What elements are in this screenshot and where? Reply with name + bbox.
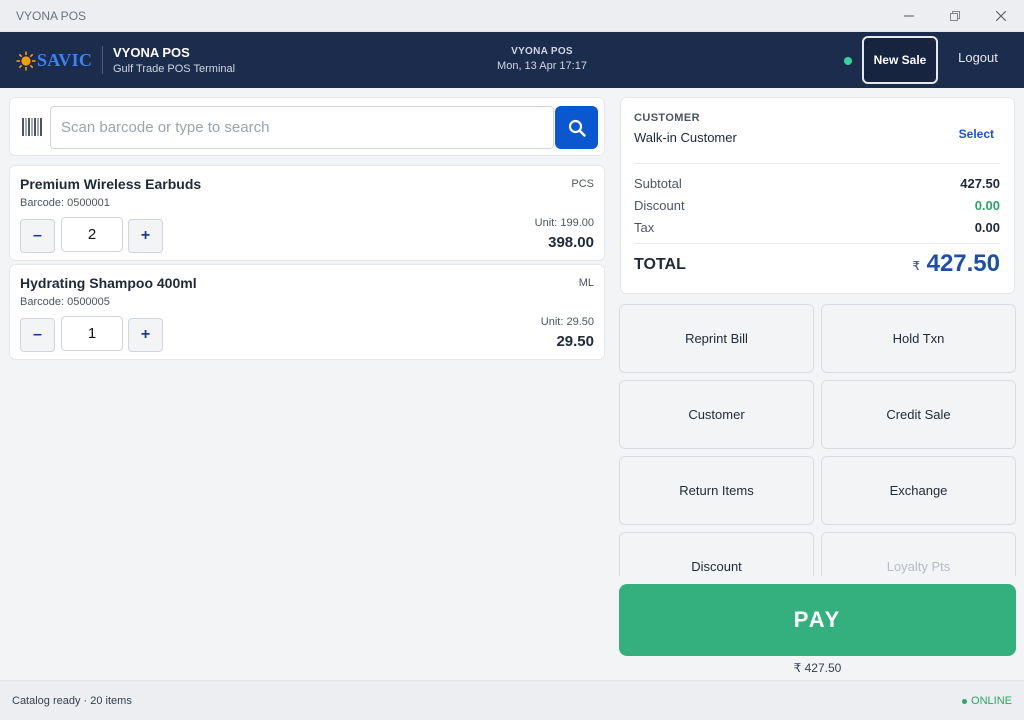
search-input[interactable]	[50, 106, 554, 149]
pay-amount: ₹ 427.50	[793, 661, 842, 675]
window-titlebar: VYONA POS	[0, 0, 1024, 32]
reprint-bill-button[interactable]: Reprint Bill	[619, 304, 814, 373]
subtotal-value: 427.50	[960, 176, 1000, 191]
item-line-total: 398.00	[548, 234, 594, 251]
discount-button[interactable]: Discount	[619, 532, 814, 576]
cart-item: Premium Wireless Earbuds Barcode: 050000…	[9, 165, 605, 261]
connection-status-dot	[844, 57, 852, 65]
header-divider	[102, 46, 103, 74]
total-value: 427.50	[926, 250, 1000, 277]
header-center: VYONA POS Mon, 13 Apr 17:17	[462, 46, 622, 72]
increase-qty-button[interactable]: +	[128, 219, 163, 253]
item-barcode: Barcode: 0500001	[20, 197, 110, 209]
item-barcode: Barcode: 0500005	[20, 296, 110, 308]
quantity-field[interactable]	[61, 217, 123, 252]
online-status: ONLINE	[962, 695, 1012, 707]
quantity-field[interactable]	[61, 316, 123, 351]
restore-icon[interactable]	[932, 0, 978, 32]
total-label: TOTAL	[634, 256, 686, 273]
date-time: Mon, 13 Apr 17:17	[497, 60, 587, 72]
logo-text: SAVIC	[37, 50, 93, 70]
discount-label: Discount	[634, 198, 685, 213]
summary-divider	[634, 163, 1000, 164]
customer-button[interactable]: Customer	[619, 380, 814, 449]
search-button[interactable]	[555, 106, 598, 149]
summary-divider	[634, 243, 1000, 244]
center-title: VYONA POS	[511, 46, 573, 57]
pay-button[interactable]: PAY	[619, 584, 1016, 656]
logout-button[interactable]: Logout	[950, 50, 1006, 65]
hold-txn-button[interactable]: Hold Txn	[821, 304, 1016, 373]
subtotal-label: Subtotal	[634, 176, 682, 191]
online-dot-icon	[962, 698, 968, 704]
return-items-button[interactable]: Return Items	[619, 456, 814, 525]
discount-value: 0.00	[974, 198, 1000, 213]
barcode-icon	[22, 118, 42, 136]
decrease-qty-button[interactable]: –	[20, 219, 55, 253]
terminal-name: Gulf Trade POS Terminal	[113, 63, 236, 75]
action-grid: Reprint Bill Hold Txn Customer Credit Sa…	[619, 304, 1016, 576]
app-name: VYONA POS	[113, 45, 190, 60]
select-customer-button[interactable]: Select	[959, 127, 994, 141]
tax-row: Tax 0.00	[634, 220, 1000, 235]
item-unit-price: Unit: 199.00	[534, 217, 594, 229]
close-icon[interactable]	[978, 0, 1024, 32]
item-line-total: 29.50	[556, 333, 594, 350]
item-name: Premium Wireless Earbuds	[20, 176, 202, 192]
catalog-status: Catalog ready · 20 items	[12, 695, 132, 707]
item-uom: PCS	[571, 178, 594, 190]
sun-icon	[16, 51, 36, 70]
customer-name: Walk-in Customer	[634, 130, 737, 145]
app-header: SAVIC VYONA POS Gulf Trade POS Terminal …	[0, 32, 1024, 88]
search-icon	[568, 119, 586, 137]
search-card	[9, 97, 605, 156]
tax-label: Tax	[634, 220, 655, 235]
order-summary: CUSTOMER Walk-in Customer Select Subtota…	[620, 97, 1015, 294]
online-label: ONLINE	[971, 695, 1012, 707]
cart-item: Hydrating Shampoo 400ml Barcode: 0500005…	[9, 264, 605, 360]
credit-sale-button[interactable]: Credit Sale	[821, 380, 1016, 449]
rupee-icon: ₹	[912, 259, 920, 273]
customer-label: CUSTOMER	[634, 112, 700, 124]
increase-qty-button[interactable]: +	[128, 318, 163, 352]
exchange-button[interactable]: Exchange	[821, 456, 1016, 525]
savic-logo: SAVIC	[16, 50, 92, 71]
item-unit-price: Unit: 29.50	[540, 316, 594, 328]
item-uom: ML	[578, 277, 594, 289]
subtotal-row: Subtotal 427.50	[634, 176, 1000, 191]
minimize-icon[interactable]	[886, 0, 932, 32]
decrease-qty-button[interactable]: –	[20, 318, 55, 352]
window-title: VYONA POS	[16, 9, 87, 23]
discount-row: Discount 0.00	[634, 198, 1000, 213]
new-sale-button[interactable]: New Sale	[862, 36, 938, 84]
loyalty-points-button[interactable]: Loyalty Pts	[821, 532, 1016, 576]
tax-value: 0.00	[974, 220, 1000, 235]
item-name: Hydrating Shampoo 400ml	[20, 275, 197, 291]
brand-block: VYONA POS Gulf Trade POS Terminal	[113, 45, 235, 75]
status-bar: Catalog ready · 20 items ONLINE	[0, 680, 1024, 720]
